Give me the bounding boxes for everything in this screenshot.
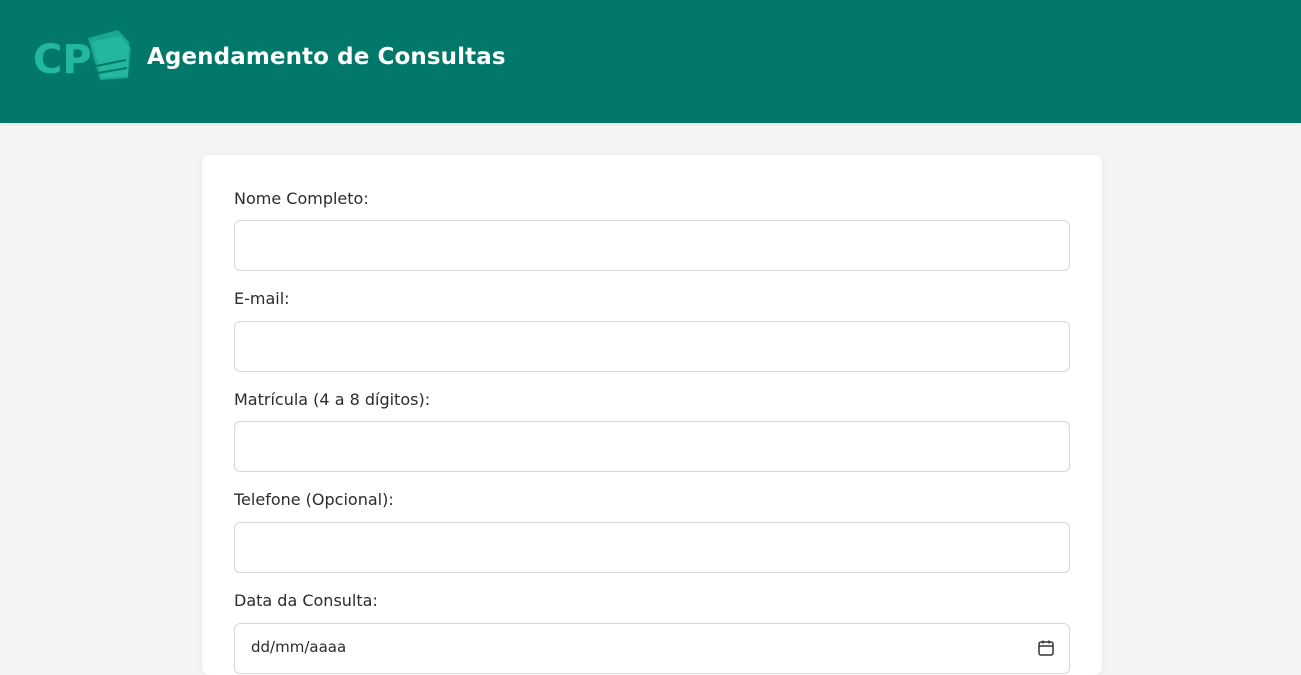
email-label: E-mail: [234,289,290,308]
phone-label: Telefone (Opcional): [234,490,394,509]
app-header: CP Agendamento de Consultas [0,0,1301,123]
svg-text:CP: CP [33,37,92,83]
full-name-label: Nome Completo: [234,189,369,208]
date-input-value: dd/mm/aaaa [251,638,347,656]
registration-label: Matrícula (4 a 8 dígitos): [234,390,431,409]
appointment-date-input[interactable]: dd/mm/aaaa [234,623,1070,674]
phone-input[interactable] [234,522,1070,573]
appointment-date-label: Data da Consulta: [234,591,378,610]
cp-logo: CP [33,30,131,83]
page-title: Agendamento de Consultas [147,44,506,70]
email-input[interactable] [234,321,1070,372]
registration-input[interactable] [234,421,1070,472]
full-name-input[interactable] [234,220,1070,271]
appointment-form: Nome Completo: E-mail: Matrícula (4 a 8 … [202,155,1102,675]
